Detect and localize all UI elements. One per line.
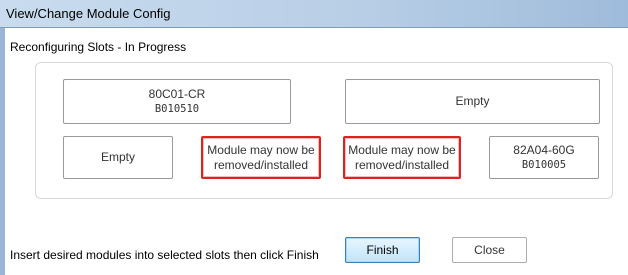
slot-5[interactable]: Module may now be removed/installed — [343, 136, 461, 179]
close-button[interactable]: Close — [452, 237, 527, 263]
slot-6-serial: B010005 — [521, 158, 567, 171]
slot-2-label: Empty — [455, 94, 490, 108]
status-text: Reconfiguring Slots - In Progress — [10, 40, 187, 54]
slot-3-label: Empty — [100, 150, 135, 164]
slot-panel: 80C01-CR B010510 Empty Empty Module may … — [35, 62, 613, 199]
title-bar: View/Change Module Config — [0, 0, 628, 28]
slot-4-line1: Module may now be — [207, 142, 315, 157]
slot-6-module-name: 82A04-60G — [513, 142, 575, 157]
instructions-text: Insert desired modules into selected slo… — [10, 248, 319, 262]
slot-5-line1: Module may now be — [348, 142, 456, 157]
slot-5-line2: removed/installed — [354, 157, 450, 172]
slot-3[interactable]: Empty — [63, 136, 173, 179]
slot-1-module-name: 80C01-CR — [148, 86, 206, 101]
slot-6[interactable]: 82A04-60G B010005 — [489, 136, 599, 179]
slot-4-line2: removed/installed — [213, 157, 309, 172]
slot-1-serial: B010510 — [154, 102, 200, 115]
slot-1[interactable]: 80C01-CR B010510 — [63, 79, 291, 124]
finish-button[interactable]: Finish — [345, 237, 420, 263]
slot-2[interactable]: Empty — [345, 79, 600, 124]
window-title: View/Change Module Config — [6, 6, 171, 21]
slot-4[interactable]: Module may now be removed/installed — [201, 136, 321, 179]
